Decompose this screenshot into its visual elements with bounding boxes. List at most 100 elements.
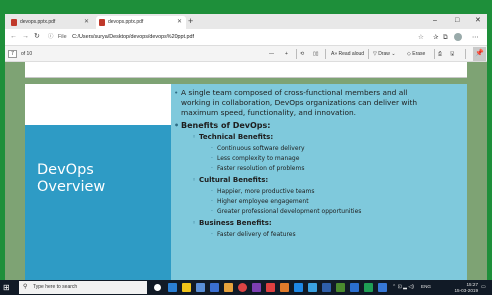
fit-page-icon[interactable]: ⟲ [300,49,304,59]
zoom-in-button[interactable]: + [285,49,288,59]
store-icon[interactable] [196,283,205,292]
tab-devops-pdf-1[interactable]: devops.pptx.pdf ✕ [8,16,93,29]
benefits-heading: Benefits of DevOps: [174,121,271,131]
read-aloud-icon: A» [331,51,338,57]
technical-heading: Technical Benefits: [192,133,273,142]
previous-page-bottom [25,62,467,78]
app-icon[interactable] [224,283,233,292]
language-indicator[interactable]: ENG [421,284,431,290]
more-options-icon[interactable]: ⋯ [472,33,479,42]
list-item: Happier, more productive teams [211,187,315,196]
cortana-icon[interactable] [154,284,161,291]
slide-content-panel: A single team composed of cross-function… [171,84,467,280]
intro-line: maximum speed, functionality, and innova… [181,108,357,117]
list-item: Less complexity to manage [211,154,299,163]
erase-button[interactable]: ◇ Erase [407,49,425,59]
zoom-out-button[interactable]: — [269,49,274,59]
list-item: Faster delivery of features [211,230,296,239]
maximize-icon[interactable]: □ [455,16,459,26]
tab-label: devops.pptx.pdf [108,19,144,25]
clock-date: 15-03-2019 [454,287,479,293]
tab-devops-pdf-2[interactable]: devops.pptx.pdf ✕ [96,16,186,29]
business-heading: Business Benefits: [192,219,272,228]
address-bar-row: ← → ↻ ⓘ File C:/Users/surya/Desktop/devo… [5,29,487,46]
firefox-icon[interactable] [280,283,289,292]
edge-icon[interactable] [168,283,177,292]
file-explorer-icon[interactable] [182,283,191,292]
draw-button[interactable]: ▽ Draw ⌄ [373,49,396,59]
save-icon[interactable]: 🖫 [450,49,454,59]
info-icon: ⓘ [48,34,54,40]
tab-strip: devops.pptx.pdf ✕ devops.pptx.pdf ✕ + – … [5,14,487,29]
refresh-icon[interactable]: ↻ [34,32,40,42]
forward-icon[interactable]: → [22,32,29,42]
toolbar-divider [465,49,466,59]
page-view-icon[interactable]: ▯▯ [313,49,319,59]
toolbar-divider [434,49,435,59]
pin-toolbar-icon[interactable]: 📌 [473,47,486,61]
pdf-page-slide: DevOps Overview A single team composed o… [25,84,467,280]
erase-icon: ◇ [407,51,411,57]
intro-line: working in collaboration, DevOps organiz… [181,98,418,107]
list-item: Higher employee engagement [211,197,309,206]
draw-icon: ▽ [373,51,377,57]
list-item: Faster resolution of problems [211,164,305,173]
taskbar-search-box[interactable]: ⚲ Type here to search [19,281,147,294]
browser-window: devops.pptx.pdf ✕ devops.pptx.pdf ✕ + – … [5,14,487,280]
list-item: Greater professional development opportu… [211,207,361,216]
toolbar-divider [296,49,297,59]
favorites-icon[interactable]: ✰ [433,33,438,42]
read-aloud-button[interactable]: A» Read aloud [331,49,364,59]
slide-title: DevOps Overview [37,162,105,196]
back-icon[interactable]: ← [10,32,17,42]
app-icon[interactable] [350,283,359,292]
favorite-star-icon[interactable]: ☆ [418,33,424,42]
address-bar[interactable]: ⓘ File C:/Users/surya/Desktop/devops/dev… [48,32,418,43]
help-icon[interactable] [378,283,387,292]
page-number-input[interactable]: 7 [8,50,17,58]
close-window-icon[interactable]: ✕ [475,16,481,26]
slide-title-line: Overview [37,179,106,195]
mail-icon[interactable] [210,283,219,292]
app-icon[interactable] [336,283,345,292]
search-placeholder: Type here to search [33,284,78,290]
chevron-down-icon: ⌄ [391,51,396,57]
pdf-icon [99,19,105,26]
slide-title-panel [25,125,171,280]
app-icon[interactable] [252,283,261,292]
read-aloud-label: Read aloud [338,51,365,57]
close-icon[interactable]: ✕ [84,16,89,29]
intro-line: A single team composed of cross-function… [174,88,407,98]
erase-label: Erase [412,51,426,57]
draw-label: Draw [378,51,390,57]
print-icon[interactable]: ⎙ [438,49,442,59]
taskbar: ⊞ ⚲ Type here to search ⌃ ⊡ ▂ ◁) ENG 15:… [0,280,492,295]
page-total: of 10 [21,51,33,57]
url-text[interactable]: C:/Users/surya/Desktop/devops/devops%20p… [72,34,194,40]
app-icon[interactable] [308,283,317,292]
acrobat-icon[interactable] [266,283,275,292]
pdf-toolbar: 7 of 10 — + ⟲ ▯▯ A» Read aloud ▽ Draw ⌄ … [5,46,487,62]
new-tab-button[interactable]: + [188,16,193,27]
toolbar-divider [325,49,326,59]
app-icon[interactable] [322,283,331,292]
tab-label: devops.pptx.pdf [20,19,56,25]
minimize-icon[interactable]: – [433,16,437,26]
avatar[interactable] [454,33,462,41]
app-icon[interactable] [294,283,303,292]
list-item: Continuous software delivery [211,144,305,153]
collections-icon[interactable]: ⧉ [443,33,448,42]
toolbar-divider [368,49,369,59]
cultural-heading: Cultural Benefits: [192,176,268,185]
pdf-icon [11,19,17,26]
clock[interactable]: 15:27 15-03-2019 [448,282,479,293]
windows-start-icon[interactable]: ⊞ [3,283,10,292]
app-icon[interactable] [364,283,373,292]
notification-icon[interactable]: ▭ [481,284,486,291]
close-icon[interactable]: ✕ [177,16,182,29]
pdf-viewport[interactable]: DevOps Overview A single team composed o… [5,62,487,280]
system-tray-icons[interactable]: ⌃ ⊡ ▂ ◁) [392,284,414,291]
slide-content-area: A single team composed of cross-function… [171,84,467,280]
search-icon: ⚲ [23,284,28,290]
chrome-icon[interactable] [238,283,247,292]
